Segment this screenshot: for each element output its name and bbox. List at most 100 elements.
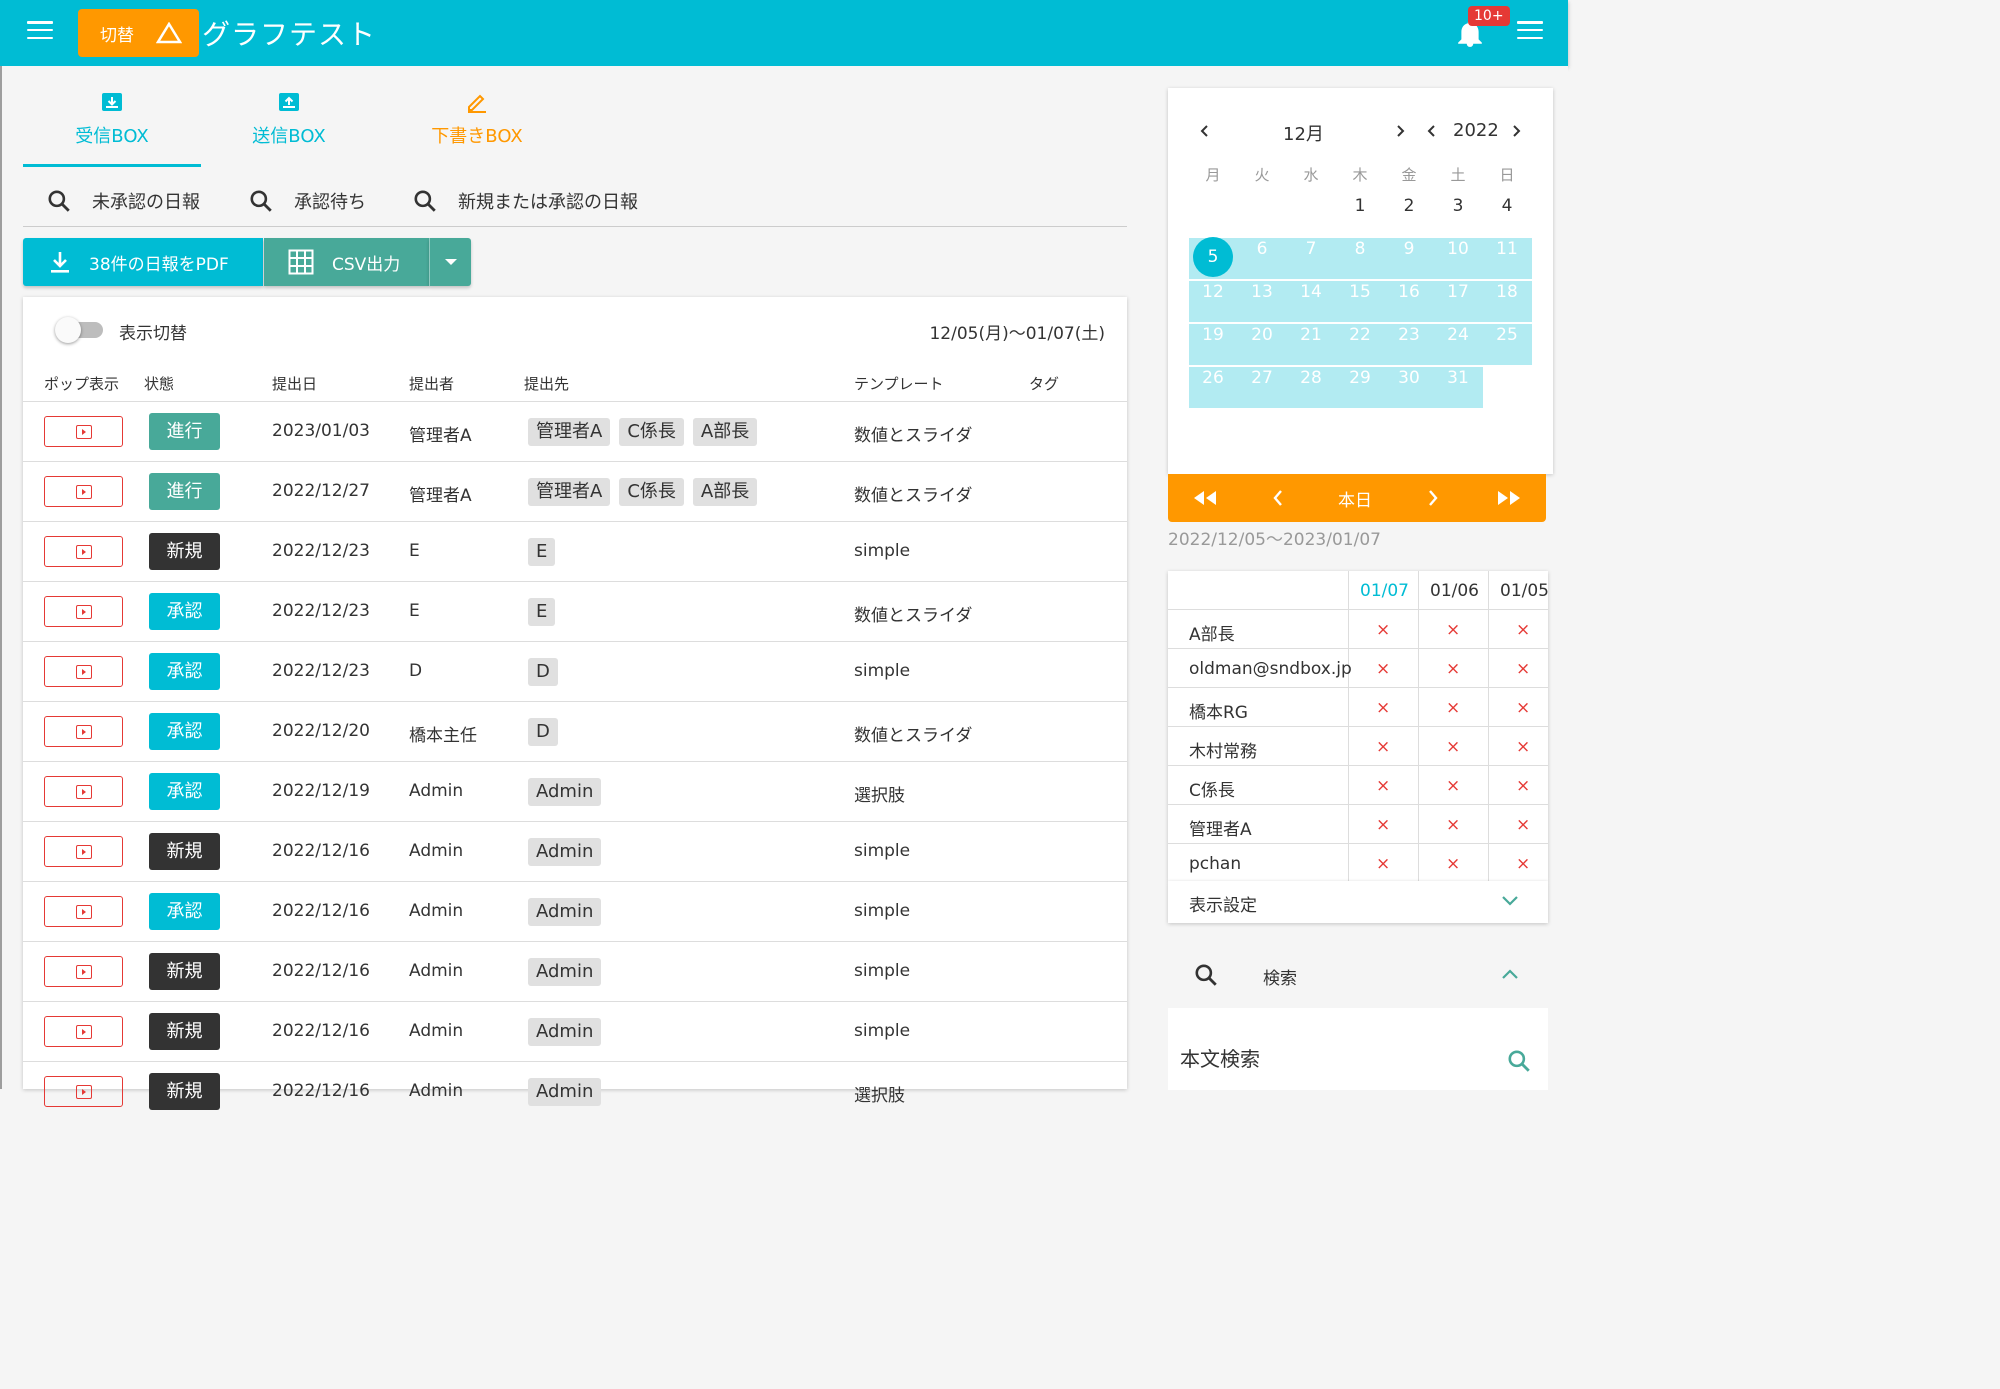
body-search-field[interactable]: 本文検索 (1168, 1008, 1548, 1090)
menu-icon[interactable] (27, 21, 53, 39)
att-date-2[interactable]: 01/06 (1430, 581, 1479, 601)
table-row[interactable]: 新規 2022/12/23 E Esimple (23, 521, 1127, 581)
today-button[interactable]: 本日 (1338, 486, 1372, 511)
chevron-left-icon[interactable] (1426, 124, 1438, 138)
prev-icon[interactable] (1272, 489, 1284, 507)
att-date-1[interactable]: 01/07 (1360, 581, 1409, 601)
menu-icon-right[interactable] (1517, 21, 1543, 39)
att-date-3[interactable]: 01/05 (1500, 581, 1548, 601)
absent-mark[interactable]: × (1516, 659, 1530, 679)
pdf-export-button[interactable]: 38件の日報をPDF (23, 238, 263, 286)
popup-view-button[interactable] (44, 476, 123, 507)
popup-view-button[interactable] (44, 776, 123, 807)
tab-sent[interactable]: 送信BOX (200, 90, 378, 148)
absent-mark[interactable]: × (1446, 776, 1460, 796)
calendar-day[interactable]: 9 (1389, 239, 1429, 259)
filter-waiting[interactable]: 承認待ち (248, 188, 366, 214)
calendar-day[interactable]: 3 (1438, 196, 1478, 216)
calendar-day[interactable]: 6 (1242, 239, 1282, 259)
popup-view-button[interactable] (44, 596, 123, 627)
absent-mark[interactable]: × (1516, 776, 1530, 796)
table-row[interactable]: 承認 2022/12/23 E E 数値とスライダ (23, 581, 1127, 641)
absent-mark[interactable]: × (1516, 815, 1530, 835)
absent-mark[interactable]: × (1516, 620, 1530, 640)
absent-mark[interactable]: × (1446, 737, 1460, 757)
table-row[interactable]: 進行 2023/01/03 管理者A 管理者A C係長 A部長 数値とスライダ (23, 401, 1127, 461)
calendar-day[interactable]: 12 (1193, 282, 1233, 302)
calendar-day[interactable]: 26 (1193, 368, 1233, 388)
table-row[interactable]: 承認 2022/12/23 D Dsimple (23, 641, 1127, 701)
table-row[interactable]: 承認 2022/12/16 Admin Admin simple (23, 881, 1127, 941)
export-dropdown-button[interactable] (429, 238, 471, 286)
popup-view-button[interactable] (44, 1016, 123, 1047)
absent-mark[interactable]: × (1376, 620, 1390, 640)
absent-mark[interactable]: × (1376, 854, 1390, 874)
display-toggle[interactable] (55, 317, 103, 343)
calendar-day[interactable]: 1 (1340, 196, 1380, 216)
switch-button[interactable]: 切替 (78, 9, 199, 57)
calendar-day[interactable]: 25 (1487, 325, 1527, 345)
popup-view-button[interactable] (44, 536, 123, 567)
absent-mark[interactable]: × (1446, 659, 1460, 679)
calendar-day[interactable]: 31 (1438, 368, 1478, 388)
calendar-day[interactable]: 15 (1340, 282, 1380, 302)
calendar-day[interactable]: 10 (1438, 239, 1478, 259)
popup-view-button[interactable] (44, 416, 123, 447)
filter-unapproved[interactable]: 未承認の日報 (46, 188, 200, 214)
calendar-day[interactable]: 2 (1389, 196, 1429, 216)
popup-view-button[interactable] (44, 1076, 123, 1107)
chevron-left-icon[interactable] (1199, 124, 1211, 138)
calendar-day[interactable]: 24 (1438, 325, 1478, 345)
csv-export-button[interactable]: CSV出力 (264, 238, 429, 286)
absent-mark[interactable]: × (1376, 815, 1390, 835)
tab-drafts[interactable]: 下書きBOX (388, 90, 566, 148)
calendar-day[interactable]: 29 (1340, 368, 1380, 388)
table-row[interactable]: 新規 2022/12/16 Admin Admin simple (23, 1001, 1127, 1061)
calendar-day[interactable]: 30 (1389, 368, 1429, 388)
calendar-day[interactable]: 20 (1242, 325, 1282, 345)
popup-view-button[interactable] (44, 956, 123, 987)
absent-mark[interactable]: × (1376, 698, 1390, 718)
fast-forward-icon[interactable] (1496, 490, 1522, 506)
popup-view-button[interactable] (44, 896, 123, 927)
calendar-month[interactable]: 12月 (1283, 120, 1324, 146)
calendar-day[interactable]: 7 (1291, 239, 1331, 259)
calendar-day[interactable]: 13 (1242, 282, 1282, 302)
display-settings[interactable]: 表示設定 (1168, 881, 1548, 923)
calendar-day[interactable]: 23 (1389, 325, 1429, 345)
fast-back-icon[interactable] (1192, 490, 1218, 506)
absent-mark[interactable]: × (1516, 854, 1530, 874)
popup-view-button[interactable] (44, 836, 123, 867)
absent-mark[interactable]: × (1446, 620, 1460, 640)
tab-inbox[interactable]: 受信BOX (23, 90, 201, 148)
search-panel-header[interactable]: 検索 (1168, 944, 1548, 1004)
absent-mark[interactable]: × (1376, 776, 1390, 796)
calendar-day[interactable]: 18 (1487, 282, 1527, 302)
next-icon[interactable] (1427, 489, 1439, 507)
calendar-day[interactable]: 8 (1340, 239, 1380, 259)
absent-mark[interactable]: × (1516, 698, 1530, 718)
filter-new-or-approved[interactable]: 新規または承認の日報 (412, 188, 638, 214)
table-row[interactable]: 新規 2022/12/16 Admin Admin simple (23, 821, 1127, 881)
calendar-day[interactable]: 11 (1487, 239, 1527, 259)
table-row[interactable]: 新規 2022/12/16 Admin Admin simple (23, 941, 1127, 1001)
popup-view-button[interactable] (44, 716, 123, 747)
table-row[interactable]: 承認 2022/12/20 橋本主任 D 数値とスライダ (23, 701, 1127, 761)
calendar-day[interactable]: 21 (1291, 325, 1331, 345)
calendar-day[interactable]: 17 (1438, 282, 1478, 302)
calendar-day[interactable]: 22 (1340, 325, 1380, 345)
table-row[interactable]: 承認 2022/12/19 Admin Admin 選択肢 (23, 761, 1127, 821)
absent-mark[interactable]: × (1446, 854, 1460, 874)
calendar-day[interactable]: 4 (1487, 196, 1527, 216)
table-row[interactable]: 進行 2022/12/27 管理者A 管理者A C係長 A部長 数値とスライダ (23, 461, 1127, 521)
popup-view-button[interactable] (44, 656, 123, 687)
absent-mark[interactable]: × (1516, 737, 1530, 757)
absent-mark[interactable]: × (1376, 737, 1390, 757)
calendar-day[interactable]: 28 (1291, 368, 1331, 388)
absent-mark[interactable]: × (1446, 815, 1460, 835)
absent-mark[interactable]: × (1376, 659, 1390, 679)
search-icon[interactable] (1506, 1048, 1532, 1074)
calendar-year[interactable]: 2022 (1453, 120, 1499, 141)
calendar-day[interactable]: 16 (1389, 282, 1429, 302)
absent-mark[interactable]: × (1446, 698, 1460, 718)
